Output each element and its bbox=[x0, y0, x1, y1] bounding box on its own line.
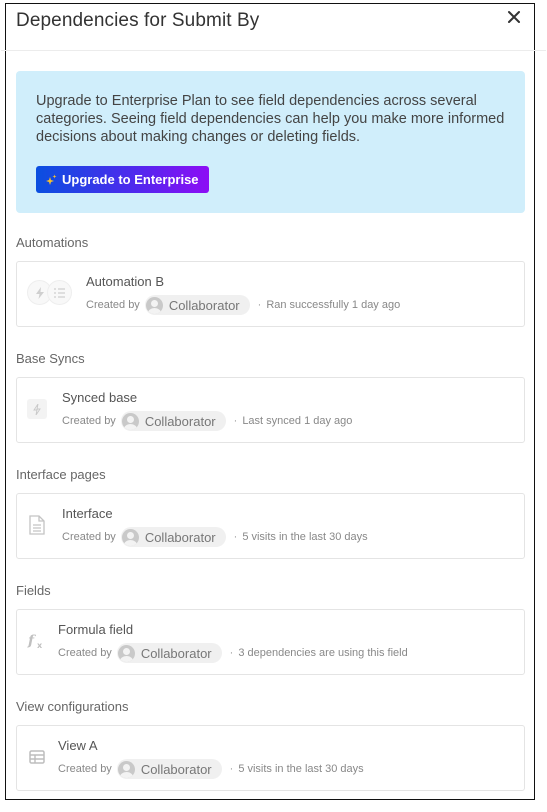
item-status: Ran successfully 1 day ago bbox=[266, 299, 401, 311]
collaborator-name: Collaborator bbox=[140, 761, 212, 777]
collaborator-pill[interactable]: Collaborator bbox=[144, 295, 250, 315]
collaborator-name: Collaborator bbox=[144, 529, 216, 545]
created-by-label: Created by bbox=[58, 763, 112, 775]
checklist-icon bbox=[47, 280, 72, 305]
item-status: 5 visits in the last 30 days bbox=[238, 763, 364, 775]
separator-dot: · bbox=[229, 647, 234, 659]
close-button[interactable] bbox=[505, 8, 523, 26]
avatar bbox=[145, 296, 163, 314]
dependency-item-formula-field[interactable]: fx Formula field Created by Collaborator… bbox=[16, 609, 525, 675]
section-title-fields: Fields bbox=[16, 583, 51, 598]
avatar bbox=[121, 528, 139, 546]
dependencies-dialog: Dependencies for Submit By Upgrade to En… bbox=[1, 3, 546, 800]
avatar bbox=[121, 412, 139, 430]
sparkle-icon bbox=[46, 174, 57, 185]
dependency-item-automation[interactable]: Automation B Created by Collaborator · R… bbox=[16, 261, 525, 327]
created-by-label: Created by bbox=[62, 531, 116, 543]
collaborator-name: Collaborator bbox=[140, 645, 212, 661]
item-name: Automation B bbox=[86, 274, 165, 289]
header-divider bbox=[1, 50, 546, 51]
item-status: 3 dependencies are using this field bbox=[238, 647, 408, 659]
item-name: View A bbox=[58, 738, 98, 753]
separator-dot: · bbox=[233, 415, 238, 427]
collaborator-pill[interactable]: Collaborator bbox=[120, 411, 226, 431]
collaborator-name: Collaborator bbox=[144, 413, 216, 429]
separator-dot: · bbox=[257, 299, 262, 311]
grid-view-icon bbox=[26, 746, 48, 768]
section-title-interface-pages: Interface pages bbox=[16, 467, 106, 482]
collaborator-pill[interactable]: Collaborator bbox=[120, 527, 226, 547]
created-by-label: Created by bbox=[58, 647, 112, 659]
document-icon bbox=[26, 514, 48, 536]
separator-dot: · bbox=[229, 763, 234, 775]
item-status: 5 visits in the last 30 days bbox=[242, 531, 368, 543]
item-name: Interface bbox=[62, 506, 113, 521]
svg-text:x: x bbox=[37, 641, 43, 650]
formula-icon: fx bbox=[26, 630, 48, 652]
avatar bbox=[117, 644, 135, 662]
dialog-title: Dependencies for Submit By bbox=[16, 10, 260, 31]
dependency-item-synced-base[interactable]: Synced base Created by Collaborator · La… bbox=[16, 377, 525, 443]
collaborator-pill[interactable]: Collaborator bbox=[116, 643, 222, 663]
created-by-label: Created by bbox=[62, 415, 116, 427]
item-status: Last synced 1 day ago bbox=[242, 415, 353, 427]
upgrade-banner: Upgrade to Enterprise Plan to see field … bbox=[16, 71, 525, 213]
dependency-item-interface[interactable]: Interface Created by Collaborator · 5 vi… bbox=[16, 493, 525, 559]
section-title-view-configurations: View configurations bbox=[16, 699, 129, 714]
banner-text: Upgrade to Enterprise Plan to see field … bbox=[36, 93, 505, 145]
item-name: Formula field bbox=[58, 622, 134, 637]
svg-text:f: f bbox=[27, 633, 37, 649]
upgrade-button-label: Upgrade to Enterprise bbox=[62, 172, 199, 187]
separator-dot: · bbox=[233, 531, 238, 543]
section-title-automations: Automations bbox=[16, 235, 89, 250]
collaborator-name: Collaborator bbox=[168, 297, 240, 313]
sync-bolt-icon bbox=[27, 399, 47, 419]
item-name: Synced base bbox=[62, 390, 138, 405]
close-icon bbox=[508, 11, 520, 23]
dependency-item-view[interactable]: View A Created by Collaborator · 5 visit… bbox=[16, 725, 525, 791]
created-by-label: Created by bbox=[86, 299, 140, 311]
section-title-base-syncs: Base Syncs bbox=[16, 351, 85, 366]
avatar bbox=[117, 760, 135, 778]
upgrade-to-enterprise-button[interactable]: Upgrade to Enterprise bbox=[36, 166, 209, 193]
collaborator-pill[interactable]: Collaborator bbox=[116, 759, 222, 779]
